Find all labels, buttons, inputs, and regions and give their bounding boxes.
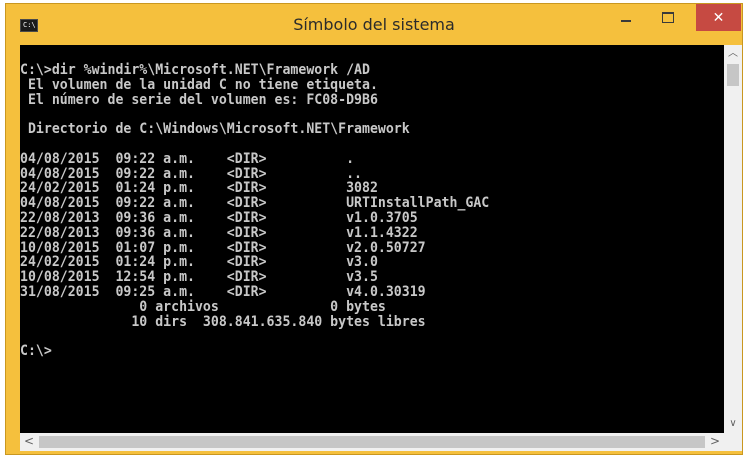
console-line: El volumen de la unidad C no tiene etiqu… bbox=[20, 76, 378, 93]
console-window: C:\ Símbolo del sistema ✕ C:\>dir %windi… bbox=[5, 3, 743, 455]
chevron-up-icon: ︿ bbox=[728, 48, 738, 59]
title-bar[interactable]: C:\ Símbolo del sistema ✕ bbox=[6, 4, 742, 45]
vertical-scroll-thumb[interactable] bbox=[727, 64, 739, 86]
horizontal-scroll-thumb[interactable] bbox=[39, 436, 705, 448]
vertical-scrollbar[interactable]: ︿ ∨ bbox=[724, 45, 742, 433]
minimize-icon bbox=[621, 19, 631, 22]
close-button[interactable]: ✕ bbox=[696, 4, 741, 31]
chevron-left-icon: < bbox=[23, 434, 35, 448]
scroll-up-button[interactable]: ︿ bbox=[724, 45, 742, 63]
chevron-right-icon: > bbox=[709, 434, 721, 448]
console-text: C:\>dir %windir%\Microsoft.NET\Framework… bbox=[20, 63, 489, 359]
maximize-button[interactable] bbox=[654, 4, 682, 31]
scroll-down-button[interactable]: ∨ bbox=[724, 415, 742, 433]
console-line: C:\>dir %windir%\Microsoft.NET\Framework… bbox=[20, 62, 370, 78]
console-line: 10 dirs 308.841.635.840 bytes libres bbox=[20, 313, 426, 330]
command-prompt-line: C:\> bbox=[20, 343, 52, 360]
console-line: 10/08/2015 12:54 p.m. <DIR> v3.5 bbox=[20, 269, 378, 286]
console-line: 04/08/2015 09:22 a.m. <DIR> . bbox=[20, 150, 355, 167]
console-line: 04/08/2015 09:22 a.m. <DIR> URTInstallPa… bbox=[20, 195, 490, 212]
console-line: 10/08/2015 01:07 p.m. <DIR> v2.0.50727 bbox=[20, 239, 426, 256]
minimize-button[interactable] bbox=[612, 4, 640, 31]
maximize-icon bbox=[662, 12, 674, 23]
console-line: 24/02/2015 01:24 p.m. <DIR> 3082 bbox=[20, 180, 378, 197]
console-line: 24/02/2015 01:24 p.m. <DIR> v3.0 bbox=[20, 254, 378, 271]
console-line: 22/08/2013 09:36 a.m. <DIR> v1.1.4322 bbox=[20, 224, 418, 241]
scroll-right-button[interactable]: > bbox=[706, 433, 724, 451]
chevron-down-icon: ∨ bbox=[729, 418, 737, 429]
horizontal-scrollbar[interactable]: < > bbox=[20, 433, 724, 451]
console-line: 04/08/2015 09:22 a.m. <DIR> .. bbox=[20, 165, 363, 182]
console-line: Directorio de C:\Windows\Microsoft.NET\F… bbox=[20, 121, 410, 138]
console-output[interactable]: C:\>dir %windir%\Microsoft.NET\Framework… bbox=[20, 45, 724, 433]
scrollbar-corner bbox=[724, 433, 742, 451]
console-line: 31/08/2015 09:25 a.m. <DIR> v4.0.30319 bbox=[20, 283, 426, 300]
console-line: 22/08/2013 09:36 a.m. <DIR> v1.0.3705 bbox=[20, 209, 418, 226]
console-line: 0 archivos 0 bytes bbox=[20, 298, 386, 315]
close-icon: ✕ bbox=[712, 9, 725, 26]
scroll-left-button[interactable]: < bbox=[20, 433, 38, 451]
console-line: El número de serie del volumen es: FC08-… bbox=[20, 91, 378, 108]
